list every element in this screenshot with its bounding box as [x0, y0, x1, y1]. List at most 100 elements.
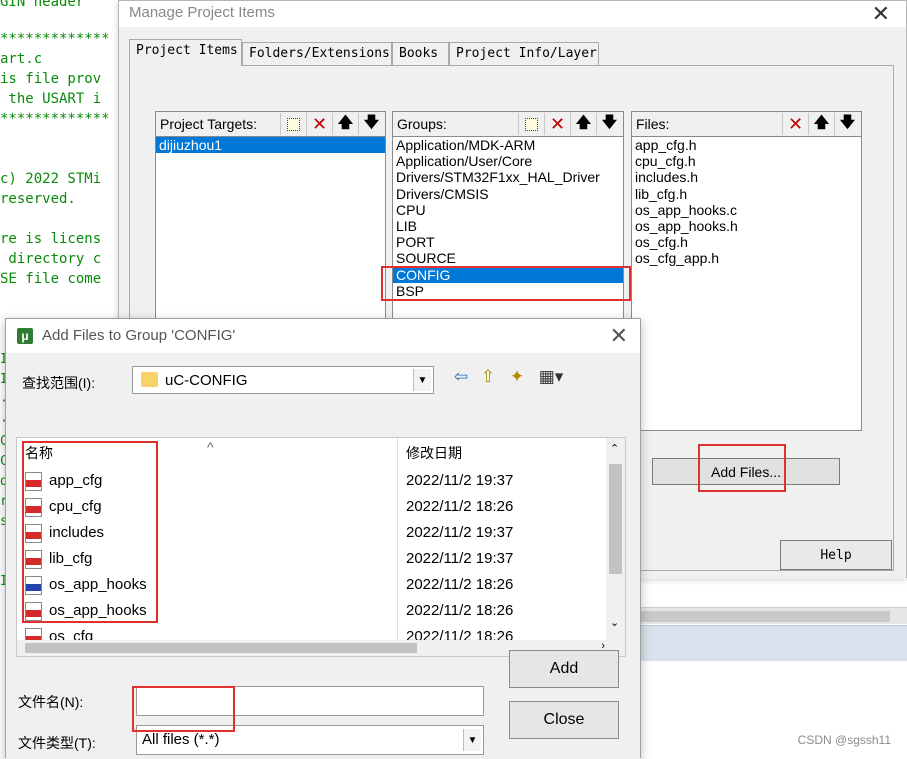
file-row[interactable]: app_cfg 2022/11/2 19:37 — [17, 468, 597, 494]
new-folder-icon[interactable]: ✦ — [506, 366, 528, 388]
dialog-body: 查找范围(I): uC-CONFIG ▼ ⇦ ⇧ ✦ ▦▾ 名称 ^ 修改日期 … — [6, 353, 640, 759]
column-header-name[interactable]: 名称 — [25, 438, 53, 466]
code-line: is file prov — [0, 71, 102, 87]
list-item[interactable]: os_app_hooks.c — [632, 202, 861, 218]
move-down-button[interactable]: 🡇 — [834, 113, 860, 135]
file-name: os_app_hooks — [49, 576, 147, 593]
list-item[interactable]: Drivers/STM32F1xx_HAL_Driver — [393, 169, 623, 185]
new-item-button[interactable] — [280, 113, 306, 135]
tab-project-items[interactable]: Project Items — [129, 39, 242, 66]
file-row[interactable]: lib_cfg 2022/11/2 19:37 — [17, 546, 597, 572]
c-header-file-icon — [25, 602, 42, 621]
file-row[interactable]: cpu_cfg 2022/11/2 18:26 — [17, 494, 597, 520]
chevron-down-icon[interactable]: ▼ — [413, 369, 431, 391]
list-item[interactable]: includes.h — [632, 169, 861, 185]
look-in-label: 查找范围(I): — [22, 375, 96, 391]
list-item[interactable]: Application/User/Core — [393, 153, 623, 169]
list-item[interactable]: Drivers/CMSIS — [393, 186, 623, 202]
file-row[interactable]: includes 2022/11/2 19:37 — [17, 520, 597, 546]
column-header-date[interactable]: 修改日期 — [406, 438, 462, 466]
delete-button[interactable]: ✕ — [306, 113, 332, 135]
watermark: CSDN @sgssh11 — [797, 733, 891, 747]
delete-button[interactable]: ✕ — [782, 113, 808, 135]
list-header: Files: ✕ 🡅 🡇 — [631, 111, 862, 137]
file-name-label: 文件名(N): — [18, 694, 84, 710]
file-name: includes — [49, 524, 105, 541]
c-header-file-icon — [25, 472, 42, 491]
dialog-titlebar: Manage Project Items ✕ — [119, 1, 906, 27]
list-item[interactable]: os_cfg.h — [632, 234, 861, 250]
list-item[interactable]: lib_cfg.h — [632, 186, 861, 202]
tab-folders-extensions[interactable]: Folders/Extensions — [242, 42, 392, 66]
tab-project-info-layer[interactable]: Project Info/Layer — [449, 42, 599, 66]
look-in-dropdown[interactable]: uC-CONFIG ▼ — [132, 366, 434, 394]
new-item-button[interactable] — [518, 113, 544, 135]
code-line: re is licens — [0, 231, 102, 247]
code-line: ************* — [0, 31, 110, 47]
chevron-down-icon[interactable]: ▼ — [463, 729, 481, 751]
close-icon[interactable]: ✕ — [610, 323, 628, 349]
list-item[interactable]: CPU — [393, 202, 623, 218]
list-item[interactable]: dijiuzhou1 — [156, 137, 385, 154]
list-item[interactable]: os_app_hooks.h — [632, 218, 861, 234]
file-name: os_app_hooks — [49, 602, 147, 619]
list-header: Project Targets: ✕ 🡅 🡇 — [155, 111, 386, 137]
file-name-input[interactable] — [136, 686, 484, 716]
look-in-value: uC-CONFIG — [165, 372, 248, 389]
file-date: 2022/11/2 19:37 — [406, 524, 514, 541]
scroll-thumb[interactable] — [25, 643, 417, 653]
list-item[interactable]: SOURCE — [393, 250, 623, 266]
list-item[interactable]: BSP — [393, 283, 623, 299]
file-type-value: All files (*.*) — [142, 731, 220, 748]
files-list: Files: ✕ 🡅 🡇 app_cfg.h cpu_cfg.h include… — [631, 111, 862, 511]
list-item[interactable]: CONFIG — [393, 266, 623, 283]
vertical-scrollbar[interactable]: ⌃ ⌄ — [606, 438, 625, 642]
new-icon — [287, 117, 300, 131]
file-type-dropdown[interactable]: All files (*.*) ▼ — [136, 725, 484, 755]
view-menu-icon[interactable]: ▦▾ — [536, 366, 566, 388]
c-header-file-icon — [25, 498, 42, 517]
scroll-thumb[interactable] — [609, 464, 622, 574]
help-button[interactable]: Help — [780, 540, 892, 570]
chevron-up-icon[interactable]: ⌃ — [610, 442, 619, 455]
editor-horizontal-scrollbar[interactable] — [640, 607, 907, 624]
file-date: 2022/11/2 18:26 — [406, 602, 514, 619]
move-down-button[interactable]: 🡇 — [358, 113, 384, 135]
list-item[interactable]: PORT — [393, 234, 623, 250]
code-line: directory c — [0, 251, 102, 267]
code-line: the USART i — [0, 91, 102, 107]
delete-button[interactable]: ✕ — [544, 113, 570, 135]
move-up-button[interactable]: 🡅 — [808, 113, 834, 135]
list-body[interactable]: app_cfg.h cpu_cfg.h includes.h lib_cfg.h… — [631, 137, 862, 431]
list-item[interactable]: Application/MDK-ARM — [393, 137, 623, 153]
scroll-thumb[interactable] — [640, 611, 890, 622]
move-down-button[interactable]: 🡇 — [596, 113, 622, 135]
move-up-button[interactable]: 🡅 — [570, 113, 596, 135]
close-button[interactable]: Close — [509, 701, 619, 739]
folder-icon — [141, 372, 158, 387]
file-name: cpu_cfg — [49, 498, 102, 515]
move-up-button[interactable]: 🡅 — [332, 113, 358, 135]
file-list[interactable]: 名称 ^ 修改日期 app_cfg 2022/11/2 19:37 cpu_cf… — [16, 437, 626, 657]
tab-books[interactable]: Books — [392, 42, 449, 66]
up-folder-icon[interactable]: ⇧ — [477, 366, 499, 388]
add-files-button[interactable]: Add Files... — [652, 458, 840, 485]
list-item[interactable]: os_cfg_app.h — [632, 250, 861, 266]
code-line: art.c — [0, 51, 43, 67]
file-name: lib_cfg — [49, 550, 93, 567]
list-item[interactable]: cpu_cfg.h — [632, 153, 861, 169]
list-label: Files: — [636, 116, 670, 132]
file-row[interactable]: os_app_hooks 2022/11/2 18:26 — [17, 572, 597, 598]
file-row[interactable]: os_app_hooks 2022/11/2 18:26 — [17, 598, 597, 624]
c-header-file-icon — [25, 524, 42, 543]
code-line: SE file come — [0, 271, 102, 287]
list-label: Groups: — [397, 116, 447, 132]
code-line: c) 2022 STMi — [0, 171, 102, 187]
editor-output-bar — [640, 625, 907, 661]
list-item[interactable]: LIB — [393, 218, 623, 234]
list-item[interactable]: app_cfg.h — [632, 137, 861, 153]
close-icon[interactable]: ✕ — [872, 1, 890, 27]
back-icon[interactable]: ⇦ — [450, 366, 472, 388]
chevron-down-icon[interactable]: ⌄ — [610, 616, 619, 629]
add-button[interactable]: Add — [509, 650, 619, 688]
